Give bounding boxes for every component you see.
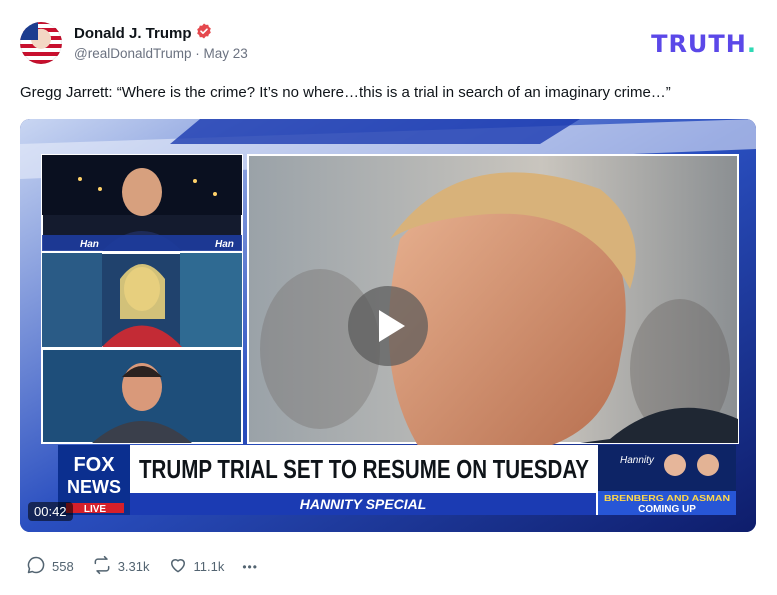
handle-date-line: @realDonaldTrump · May 23 [74, 46, 248, 61]
post-text: Gregg Jarrett: “Where is the crime? It’s… [20, 84, 671, 101]
play-icon[interactable] [348, 286, 428, 366]
video-player[interactable]: FOX NEWS LIVE TRUMP TRIAL SET TO RESUME … [20, 119, 756, 532]
promo-line-1: BRENBERG AND ASMAN [604, 494, 730, 503]
verified-badge-icon [196, 23, 212, 44]
promo-line-2: COMING UP [638, 504, 696, 515]
handle[interactable]: @realDonaldTrump [74, 46, 192, 61]
truth-logo[interactable]: TRUTH. [651, 30, 757, 58]
retruth-count: 3.31k [117, 559, 150, 574]
promo-show: Hannity [620, 455, 655, 466]
display-name[interactable]: Donald J. Trump [74, 25, 192, 42]
chyron-show: HANNITY SPECIAL [300, 496, 427, 512]
video-duration: 00:42 [28, 502, 73, 521]
more-options-button[interactable]: ••• [242, 560, 258, 574]
separator: · [195, 46, 200, 61]
reply-button[interactable]: 558 [26, 555, 74, 578]
ellipsis-icon: ••• [242, 559, 258, 574]
retruth-button[interactable]: 3.31k [92, 555, 150, 578]
reply-count: 558 [52, 559, 74, 574]
avatar[interactable] [20, 22, 62, 64]
panel-tag-right: Han [215, 239, 234, 250]
post-date[interactable]: May 23 [204, 46, 248, 61]
heart-icon [168, 555, 188, 578]
like-button[interactable]: 11.1k [168, 555, 225, 578]
like-count: 11.1k [193, 559, 225, 574]
logo-text: TRUTH [651, 30, 747, 58]
repost-arrows-icon [92, 555, 112, 578]
speech-bubble-icon [26, 555, 46, 578]
live-badge: LIVE [84, 504, 107, 515]
network-logo-top: FOX [73, 454, 115, 476]
chyron-headline: TRUMP TRIAL SET TO RESUME ON TUESDAY [139, 454, 589, 484]
author-name-row: Donald J. Trump [74, 23, 212, 44]
panel-tag-left: Han [80, 239, 99, 250]
post-actions: 558 3.31k 11.1k ••• [26, 555, 276, 578]
network-logo-bottom: NEWS [67, 477, 121, 497]
logo-dot: . [746, 30, 757, 58]
